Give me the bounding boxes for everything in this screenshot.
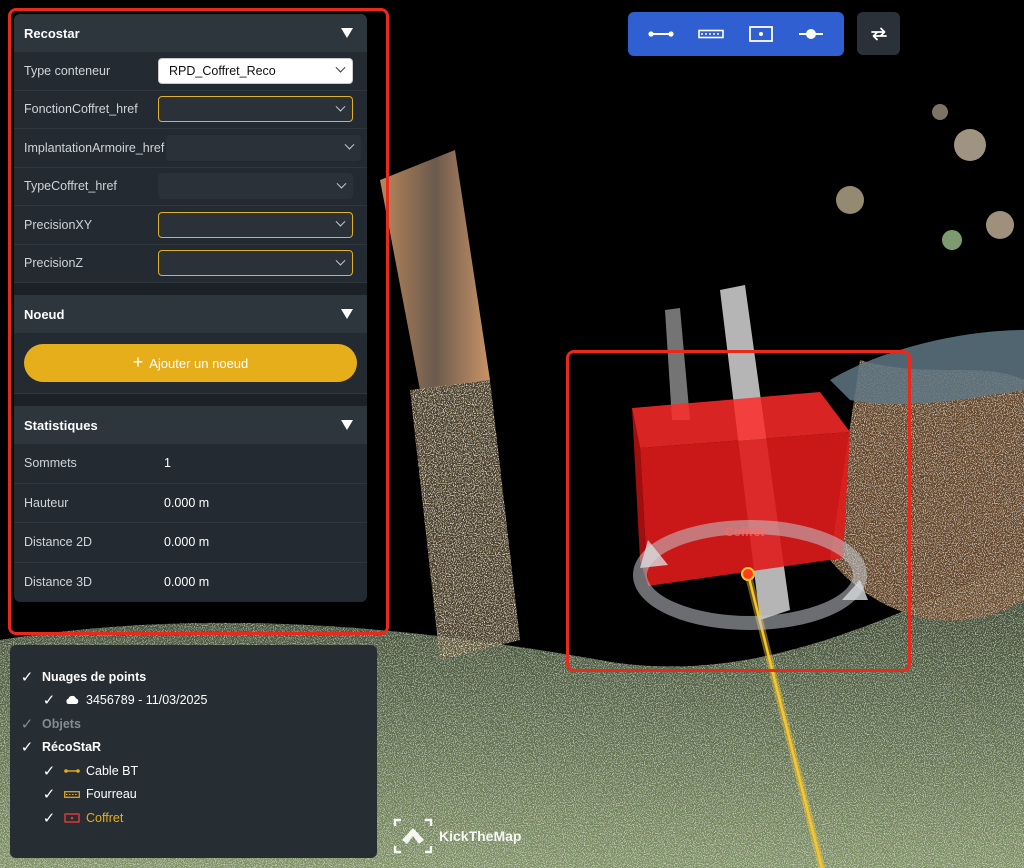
stat-label: Sommets	[24, 456, 77, 471]
stat-value: 1	[164, 456, 171, 471]
box-tool-button[interactable]	[743, 19, 779, 49]
add-node-wrap: + Ajouter un noeud	[14, 333, 367, 394]
layer-label: Coffret	[86, 810, 124, 825]
collapse-triangle-icon[interactable]	[341, 28, 353, 38]
collapse-triangle-icon[interactable]	[341, 420, 353, 430]
field-row-precision-z: PrecisionZ	[14, 245, 367, 283]
chevron-down-icon	[336, 178, 347, 189]
chevron-down-icon	[335, 255, 346, 266]
stat-value: 0.000 m	[164, 575, 210, 590]
layer-recostar[interactable]: ✓ RécoStaR	[10, 736, 377, 760]
section-header-noeud[interactable]: Noeud	[14, 295, 367, 333]
layer-label: 3456789 - 11/03/2025	[86, 693, 208, 708]
field-row-fonction-coffret: FonctionCoffret_href	[14, 91, 367, 129]
check-icon[interactable]: ✓	[20, 668, 34, 686]
chevron-down-icon	[335, 62, 346, 73]
layer-objects[interactable]: ✓ Objets	[10, 712, 377, 736]
stat-label: Hauteur	[24, 495, 69, 510]
check-icon[interactable]: ✓	[42, 762, 56, 780]
select-value: RPD_Coffret_Reco	[169, 63, 276, 78]
field-row-precision-xy: PrecisionXY	[14, 206, 367, 245]
chevron-down-icon	[335, 216, 346, 227]
stat-label: Distance 2D	[24, 535, 93, 550]
sync-icon	[870, 27, 887, 40]
stat-row-hauteur: Hauteur 0.000 m	[14, 484, 367, 523]
section-title: Recostar	[24, 25, 80, 41]
section-title: Noeud	[24, 306, 65, 322]
field-label: Type conteneur	[24, 63, 111, 78]
coffret-box[interactable]	[632, 392, 850, 586]
point-tool-button[interactable]	[793, 19, 829, 49]
fonction-coffret-select[interactable]	[158, 96, 353, 123]
field-label: ImplantationArmoire_href	[24, 140, 165, 155]
field-label: FonctionCoffret_href	[24, 102, 138, 117]
kickthemap-logo-icon	[393, 818, 433, 854]
section-divider	[14, 394, 367, 406]
layer-point-cloud-item[interactable]: ✓ 3456789 - 11/03/2025	[10, 689, 377, 713]
stat-label: Distance 3D	[24, 575, 93, 590]
collapse-triangle-icon[interactable]	[341, 309, 353, 319]
check-icon[interactable]: ✓	[42, 785, 56, 803]
field-row-type-coffret: TypeCoffret_href	[14, 168, 367, 206]
check-icon[interactable]: ✓	[20, 715, 34, 733]
field-label: PrecisionXY	[24, 217, 93, 232]
layer-coffret[interactable]: ✓ Coffret	[10, 806, 377, 830]
layer-fourreau[interactable]: ✓ Fourreau	[10, 783, 377, 807]
stat-row-sommets: Sommets 1	[14, 444, 367, 484]
box-icon	[749, 26, 773, 42]
brand-name: KickTheMap	[439, 828, 522, 844]
check-icon[interactable]: ✓	[20, 738, 34, 756]
sync-button[interactable]	[857, 12, 900, 55]
stat-row-distance-3d: Distance 3D 0.000 m	[14, 563, 367, 603]
layer-label: Cable BT	[86, 763, 139, 778]
layer-point-clouds[interactable]: ✓ Nuages de points	[10, 665, 377, 689]
precision-z-select[interactable]	[158, 250, 353, 277]
stat-row-distance-2d: Distance 2D 0.000 m	[14, 523, 367, 563]
implantation-armoire-select[interactable]	[166, 134, 361, 161]
cloud-icon	[64, 695, 80, 705]
type-conteneur-select[interactable]: RPD_Coffret_Reco	[158, 57, 353, 84]
layer-label: Nuages de points	[42, 669, 147, 684]
chevron-down-icon	[344, 139, 355, 150]
conduit-tool-button[interactable]	[693, 19, 729, 49]
type-coffret-select[interactable]	[158, 173, 353, 200]
stat-value: 0.000 m	[164, 535, 210, 550]
precision-xy-select[interactable]	[158, 211, 353, 238]
conduit-icon	[698, 29, 724, 39]
section-header-recostar[interactable]: Recostar	[14, 14, 367, 52]
stat-value: 0.000 m	[164, 495, 210, 510]
drawing-toolbar	[628, 12, 844, 56]
conduit-layer-icon	[64, 789, 80, 799]
check-icon[interactable]: ✓	[42, 691, 56, 709]
section-header-statistiques[interactable]: Statistiques	[14, 406, 367, 444]
layer-label: Objets	[42, 716, 81, 731]
plus-icon: +	[132, 352, 144, 372]
section-divider	[14, 283, 367, 295]
cable-line-icon	[64, 766, 80, 776]
section-title: Statistiques	[24, 417, 98, 433]
point-line-icon	[799, 29, 823, 39]
add-node-button[interactable]: + Ajouter un noeud	[24, 344, 357, 382]
brand-logo: KickTheMap	[393, 818, 521, 854]
coffret-layer-icon	[64, 813, 80, 823]
coffret-label: Coffret	[725, 525, 764, 539]
layer-tree: ✓ Nuages de points ✓ 3456789 - 11/03/202…	[10, 645, 377, 858]
line-tool-button[interactable]	[643, 19, 679, 49]
field-label: TypeCoffret_href	[24, 179, 117, 194]
check-icon[interactable]: ✓	[42, 809, 56, 827]
properties-panel: Recostar Type conteneur RPD_Coffret_Reco…	[14, 14, 367, 602]
field-row-type-conteneur: Type conteneur RPD_Coffret_Reco	[14, 52, 367, 91]
layer-label: RécoStaR	[42, 740, 102, 755]
layer-cable-bt[interactable]: ✓ Cable BT	[10, 759, 377, 783]
layer-label: Fourreau	[86, 787, 137, 802]
add-node-label: Ajouter un noeud	[149, 355, 249, 371]
line-icon	[648, 31, 674, 37]
chevron-down-icon	[335, 101, 346, 112]
field-row-implantation-armoire: ImplantationArmoire_href	[14, 129, 367, 168]
field-label: PrecisionZ	[24, 256, 84, 271]
